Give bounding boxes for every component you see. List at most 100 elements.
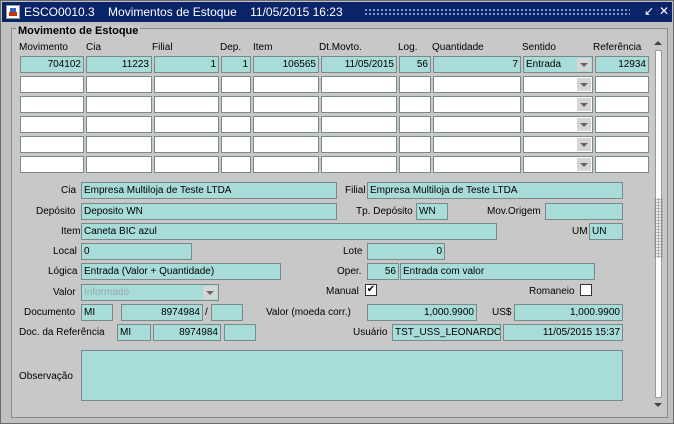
row4-dt-movto[interactable] [321, 116, 397, 133]
oper-code-field[interactable]: 56 [367, 263, 399, 280]
row3-filial[interactable] [154, 96, 219, 113]
row3-movimento[interactable] [20, 96, 84, 113]
row2-quantidade[interactable] [433, 76, 521, 93]
row6-item[interactable] [253, 156, 319, 173]
row2-dep[interactable] [221, 76, 251, 93]
row1-cia[interactable]: 11223 [86, 56, 152, 73]
um-field[interactable]: UN [589, 223, 623, 240]
vertical-scrollbar[interactable] [652, 38, 665, 412]
row3-referencia[interactable] [595, 96, 649, 113]
valor-select[interactable]: Informado [81, 284, 219, 301]
row6-filial[interactable] [154, 156, 219, 173]
row4-item[interactable] [253, 116, 319, 133]
row2-log[interactable] [399, 76, 431, 93]
doc-tipo-field[interactable]: MI [81, 304, 113, 321]
row5-log[interactable] [399, 136, 431, 153]
oper-desc-field[interactable]: Entrada com valor [400, 263, 595, 280]
filial-field[interactable]: Empresa Multiloja de Teste LTDA [367, 182, 623, 199]
row3-cia[interactable] [86, 96, 152, 113]
scroll-thumb[interactable] [654, 198, 663, 258]
row1-item[interactable]: 106565 [253, 56, 319, 73]
logica-field[interactable]: Entrada (Valor + Quantidade) [81, 263, 281, 280]
row5-movimento[interactable] [20, 136, 84, 153]
chevron-down-icon[interactable] [577, 138, 591, 151]
row4-dep[interactable] [221, 116, 251, 133]
item-field[interactable]: Caneta BIC azul [81, 223, 497, 240]
doc-num-field[interactable]: 8974984 [121, 304, 203, 321]
chevron-down-icon[interactable] [577, 158, 591, 171]
chevron-down-icon[interactable] [577, 58, 591, 71]
row2-referencia[interactable] [595, 76, 649, 93]
row1-sentido-select[interactable]: Entrada [523, 56, 593, 73]
docref-num-field[interactable]: 8974984 [153, 324, 221, 341]
row2-cia[interactable] [86, 76, 152, 93]
usuario-field[interactable]: TST_USS_LEONARDC [392, 324, 501, 341]
local-field[interactable]: 0 [81, 243, 192, 260]
row4-cia[interactable] [86, 116, 152, 133]
row1-quantidade[interactable]: 7 [433, 56, 521, 73]
row5-item[interactable] [253, 136, 319, 153]
row4-sentido[interactable] [523, 116, 593, 133]
close-icon[interactable]: ✕ [657, 4, 671, 19]
row5-quantidade[interactable] [433, 136, 521, 153]
docref-serie-field[interactable] [224, 324, 256, 341]
doc-serie-field[interactable] [211, 304, 243, 321]
row5-dt-movto[interactable] [321, 136, 397, 153]
lote-field[interactable]: 0 [367, 243, 445, 260]
minimize-icon[interactable]: ↙ [642, 4, 656, 19]
row4-referencia[interactable] [595, 116, 649, 133]
row1-referencia[interactable]: 12934 [595, 56, 649, 73]
deposito-field[interactable]: Deposito WN [81, 203, 337, 220]
row5-cia[interactable] [86, 136, 152, 153]
row1-filial[interactable]: 1 [154, 56, 219, 73]
row4-movimento[interactable] [20, 116, 84, 133]
row3-dep[interactable] [221, 96, 251, 113]
row3-dt-movto[interactable] [321, 96, 397, 113]
row5-filial[interactable] [154, 136, 219, 153]
row6-referencia[interactable] [595, 156, 649, 173]
row5-referencia[interactable] [595, 136, 649, 153]
scroll-up-icon[interactable] [652, 38, 665, 49]
row6-dt-movto[interactable] [321, 156, 397, 173]
row3-sentido[interactable] [523, 96, 593, 113]
cia-field[interactable]: Empresa Multiloja de Teste LTDA [81, 182, 337, 199]
tp-deposito-field[interactable]: WN [416, 203, 448, 220]
row1-dep[interactable]: 1 [221, 56, 251, 73]
row2-movimento[interactable] [20, 76, 84, 93]
row5-dep[interactable] [221, 136, 251, 153]
row6-quantidade[interactable] [433, 156, 521, 173]
row3-log[interactable] [399, 96, 431, 113]
chevron-down-icon[interactable] [577, 98, 591, 111]
row6-log[interactable] [399, 156, 431, 173]
romaneio-checkbox[interactable] [580, 284, 592, 296]
valor-moeda-field[interactable]: 1,000.9900 [367, 304, 477, 321]
docref-tipo-field[interactable]: MI [117, 324, 151, 341]
usuario-date-field[interactable]: 11/05/2015 15:37 [503, 324, 623, 341]
observacao-textarea[interactable] [81, 350, 623, 401]
row3-item[interactable] [253, 96, 319, 113]
row1-movimento[interactable]: 704102 [20, 56, 84, 73]
title-bar[interactable]: ESCO0010.3 Movimentos de Estoque 11/05/2… [2, 2, 672, 22]
row2-dt-movto[interactable] [321, 76, 397, 93]
row6-sentido[interactable] [523, 156, 593, 173]
scroll-down-icon[interactable] [652, 400, 665, 411]
row6-dep[interactable] [221, 156, 251, 173]
row4-quantidade[interactable] [433, 116, 521, 133]
chevron-down-icon[interactable] [577, 78, 591, 91]
row1-dt-movto[interactable]: 11/05/2015 [321, 56, 397, 73]
row2-filial[interactable] [154, 76, 219, 93]
row4-filial[interactable] [154, 116, 219, 133]
chevron-down-icon[interactable] [577, 118, 591, 131]
chevron-down-icon[interactable] [203, 286, 217, 299]
row5-sentido[interactable] [523, 136, 593, 153]
manual-checkbox[interactable]: ✔ [365, 284, 377, 296]
row3-quantidade[interactable] [433, 96, 521, 113]
row2-item[interactable] [253, 76, 319, 93]
row6-movimento[interactable] [20, 156, 84, 173]
row2-sentido[interactable] [523, 76, 593, 93]
row6-cia[interactable] [86, 156, 152, 173]
usd-field[interactable]: 1,000.9900 [514, 304, 623, 321]
mov-origem-field[interactable] [545, 203, 623, 220]
row1-log[interactable]: 56 [399, 56, 431, 73]
row4-log[interactable] [399, 116, 431, 133]
